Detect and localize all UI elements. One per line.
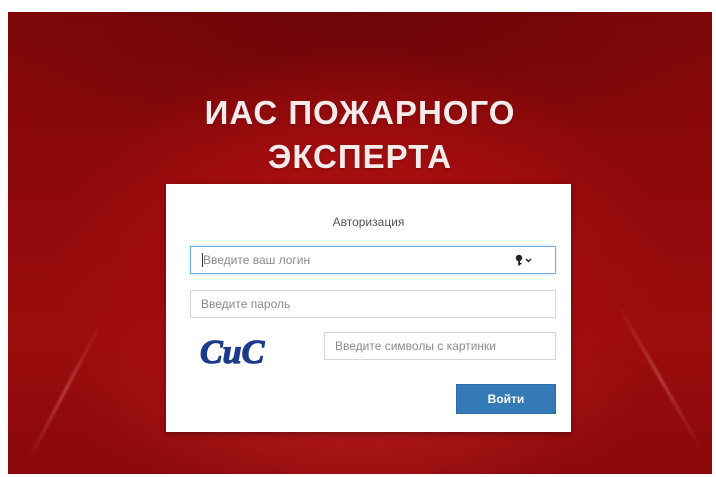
login-card-title: Авторизация xyxy=(332,215,405,229)
app-title-line2: ЭКСПЕРТА xyxy=(267,138,453,175)
login-input[interactable] xyxy=(190,246,556,274)
login-card: Авторизация CuC Войти xyxy=(166,184,571,432)
app-title-line1: ИАС ПОЖАРНОГО xyxy=(204,94,516,131)
login-button[interactable]: Войти xyxy=(456,384,556,414)
text-caret xyxy=(202,253,203,267)
key-icon[interactable] xyxy=(510,250,538,270)
captcha-input[interactable] xyxy=(324,332,556,360)
login-page-background: ИАС ПОЖАРНОГО ЭКСПЕРТА Авторизация CuC В… xyxy=(8,12,712,474)
captcha-image: CuC xyxy=(199,333,265,371)
key-dropdown-glyph xyxy=(515,254,532,266)
captcha-text: CuC xyxy=(200,334,265,371)
password-input[interactable] xyxy=(190,290,556,318)
